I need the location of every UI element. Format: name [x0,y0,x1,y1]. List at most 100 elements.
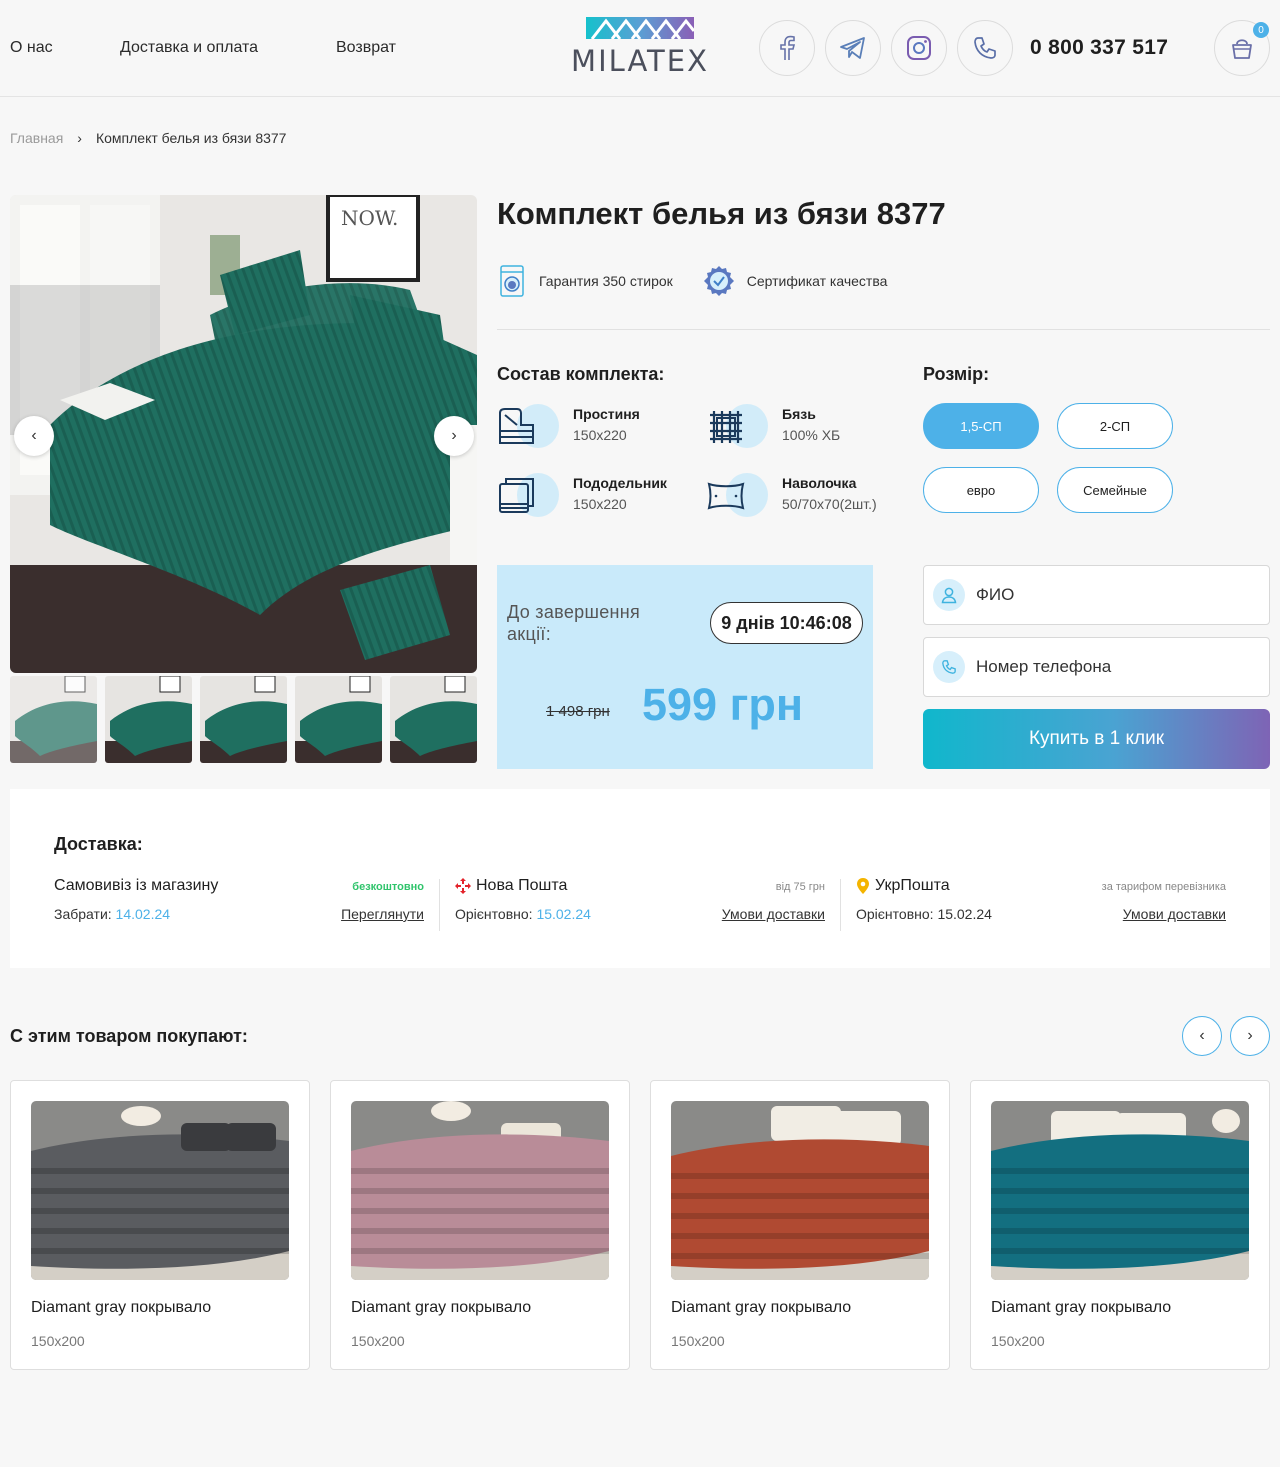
size-option-2[interactable]: 2-СП [1057,403,1173,449]
composition-name: Простиня [573,406,640,422]
product-card-image [31,1101,289,1280]
cart-icon [1232,39,1252,59]
composition-item-sheet: Простиня 150x220 [497,403,640,449]
delivery-view-link[interactable]: Переглянути [341,906,424,922]
bedroom-thumbnail-image [390,676,477,763]
breadcrumb: Главная › Комплект белья из бязи 8377 [10,130,286,146]
product-card-name: Diamant gray покрывало [31,1299,212,1316]
breadcrumb-current: Комплект белья из бязи 8377 [95,130,287,146]
divider [840,879,841,931]
thumbnail[interactable] [295,676,382,763]
delivery-terms-link[interactable]: Умови доставки [722,906,825,922]
phone-button[interactable] [957,20,1013,76]
svg-text:NOW.: NOW. [341,206,398,230]
promo-block: До завершення акції: 9 днів 10:46:08 1 4… [497,565,873,769]
size-option-euro[interactable]: евро [923,467,1039,513]
logo-mark-icon [586,17,694,39]
breadcrumb-chevron-icon: › [77,130,82,146]
product-card-image [351,1101,609,1280]
telegram-button[interactable] [825,20,881,76]
delivery-name: Самовивіз із магазину [54,877,219,894]
gallery-prev-button[interactable]: ‹ [14,416,54,456]
related-next-button[interactable]: › [1230,1016,1270,1056]
delivery-heading: Доставка: [54,834,143,854]
chevron-left-icon: ‹ [31,427,37,444]
related-heading: С этим товаром покупают: [10,1026,248,1046]
thumbnail-strip [10,676,477,763]
product-card-image [671,1101,929,1280]
phone-icon [933,651,965,683]
delivery-option-ukrposhta: УкрПошта за тарифом перевізника Орієнтов… [856,877,1226,933]
nav-return-link[interactable]: Возврат [336,39,396,57]
delivery-date: Забрати: 14.02.24 [54,906,170,922]
thumbnail[interactable] [390,676,477,763]
bedspread-photo-image [31,1101,289,1280]
telegram-icon [840,37,865,59]
wash-guarantee-badge: Гарантия 350 стирок [497,264,673,298]
bedspread-photo-image [351,1101,609,1280]
washing-machine-icon [500,265,524,297]
certificate-seal-icon [703,266,734,296]
delivery-name: УкрПошта [875,877,950,894]
product-title: Комплект белья из бязи 8377 [497,196,946,231]
delivery-price-note: за тарифом перевізника [1101,881,1226,893]
milatex-logo[interactable]: MILATEX [555,17,725,78]
delivery-name: Нова Пошта [476,877,568,894]
product-card-size: 150x200 [671,1333,725,1349]
phone-input[interactable] [976,657,1256,677]
product-card[interactable]: Diamant gray покрывало 150x200 [650,1080,950,1370]
thumbnail[interactable] [200,676,287,763]
phone-number[interactable]: 0 800 337 517 [1030,36,1168,60]
promo-label: До завершення акції: [507,602,641,644]
site-header: О нас Доставка и оплата Возврат MILATEX … [0,0,1280,97]
composition-name: Пододельник [573,475,667,491]
user-icon [933,579,965,611]
phone-icon [974,37,996,59]
size-option-family[interactable]: Семейные [1057,467,1173,513]
delivery-date: Орієнтовно: 15.02.24 [455,906,591,922]
instagram-icon [907,36,931,60]
cart-button[interactable]: 0 [1214,20,1270,76]
delivery-date-value: 14.02.24 [115,906,171,922]
instagram-button[interactable] [891,20,947,76]
product-card-size: 150x200 [991,1333,1045,1349]
name-field[interactable] [923,565,1270,625]
composition-item-fabric: Бязь 100% ХБ [706,403,840,449]
size-heading: Розмір: [923,364,990,384]
thumbnail[interactable] [105,676,192,763]
product-card-name: Diamant gray покрывало [351,1299,532,1316]
facebook-button[interactable] [759,20,815,76]
related-prev-button[interactable]: ‹ [1182,1016,1222,1056]
thumbnail[interactable] [10,676,97,763]
phone-field[interactable] [923,637,1270,697]
product-badges: Гарантия 350 стирок Сертификат качества [497,264,887,298]
old-price: 1 498 грн [546,703,610,720]
composition-heading: Состав комплекта: [497,364,665,384]
product-main-photo[interactable]: NOW. ‹ › [10,195,477,673]
nova-poshta-icon [455,878,471,894]
pillowcase-icon [707,482,745,510]
product-card[interactable]: Diamant gray покрывало 150x200 [970,1080,1270,1370]
buy-one-click-button[interactable]: Купить в 1 клик [923,709,1270,769]
name-input[interactable] [976,585,1256,605]
current-price: 599 грн [642,679,803,730]
product-card-name: Diamant gray покрывало [991,1299,1172,1316]
facebook-icon [780,35,796,60]
delivery-terms-link[interactable]: Умови доставки [1123,906,1226,922]
wash-guarantee-text: Гарантия 350 стирок [539,273,673,289]
nav-about-link[interactable]: О нас [10,39,53,57]
delivery-block: Доставка: Самовивіз із магазину безкошто… [10,789,1270,968]
product-card-name: Diamant gray покрывало [671,1299,852,1316]
composition-item-duvet-cover: Пододельник 150x220 [497,472,667,518]
product-card[interactable]: Diamant gray покрывало 150x200 [10,1080,310,1370]
delivery-option-nova-poshta: Нова Пошта від 75 грн Орієнтовно: 15.02.… [455,877,825,933]
composition-name: Наволочка [782,475,857,491]
chevron-right-icon: › [451,427,457,444]
size-option-1-5[interactable]: 1,5-СП [923,403,1039,449]
gallery-next-button[interactable]: › [434,416,474,456]
product-card-size: 150x200 [31,1333,85,1349]
product-card[interactable]: Diamant gray покрывало 150x200 [330,1080,630,1370]
nav-delivery-link[interactable]: Доставка и оплата [120,39,258,57]
delivery-date-label: Орієнтовно: [856,906,934,922]
breadcrumb-home-link[interactable]: Главная [10,130,63,146]
